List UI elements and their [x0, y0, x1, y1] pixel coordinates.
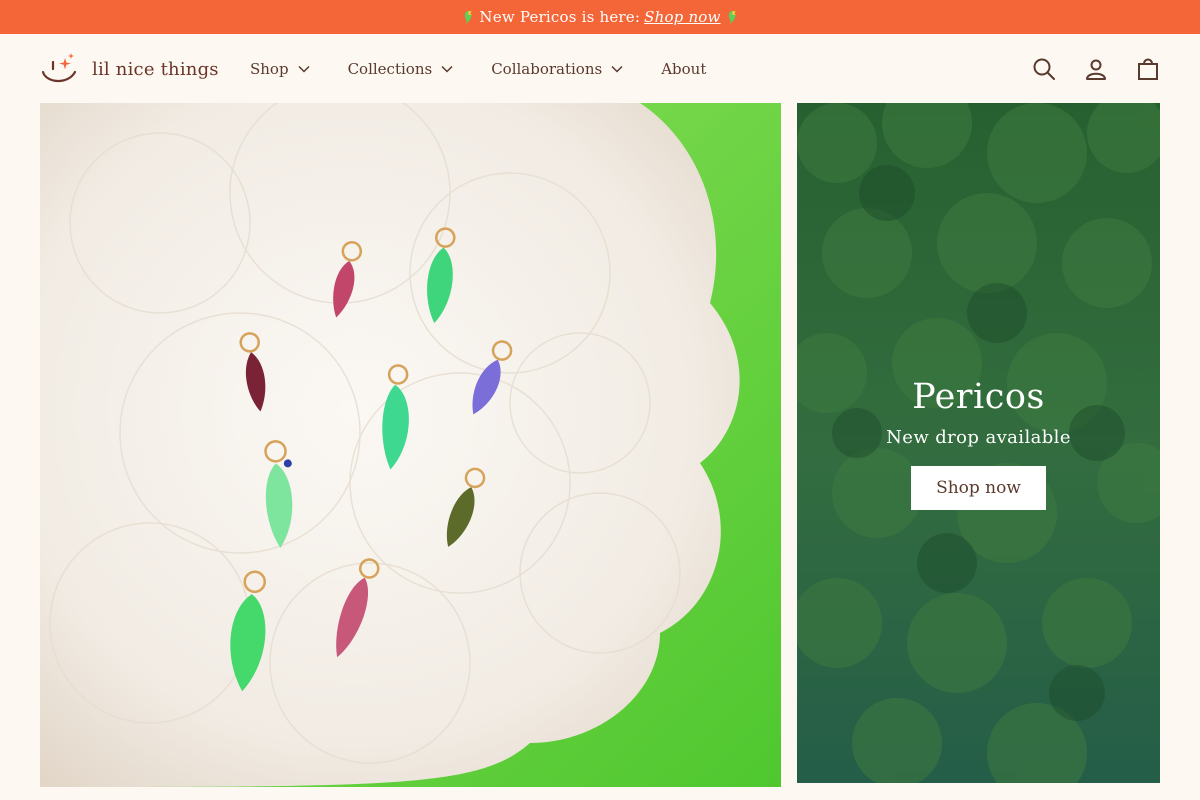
nav-item-label: Collaborations — [491, 59, 603, 78]
shop-now-button[interactable]: Shop now — [911, 465, 1046, 510]
announcement-shop-link[interactable]: Shop now — [644, 8, 720, 26]
chevron-down-icon — [298, 65, 310, 73]
chevron-down-icon — [611, 65, 623, 73]
account-icon[interactable] — [1084, 57, 1108, 81]
brand-logo[interactable]: lil nice things — [40, 52, 219, 86]
hero-promo-banner: Pericos New drop available Shop now — [797, 103, 1160, 783]
hero-product-image[interactable] — [40, 103, 781, 787]
chevron-down-icon — [441, 65, 453, 73]
nav-item-about[interactable]: About — [661, 60, 706, 78]
nav-item-shop[interactable]: Shop — [250, 60, 310, 78]
brand-name: lil nice things — [92, 58, 219, 80]
main-nav: Shop Collections Collaborations About — [250, 34, 706, 103]
nav-item-collections[interactable]: Collections — [348, 60, 454, 78]
nav-item-label: Shop — [250, 59, 289, 78]
promo-subtitle: New drop available — [886, 426, 1071, 448]
promo-overlay: Pericos New drop available Shop now — [797, 103, 1160, 783]
search-icon[interactable] — [1032, 57, 1056, 81]
parrot-icon — [465, 10, 474, 24]
announcement-text: New Pericos is here: — [479, 8, 641, 26]
nav-item-collaborations[interactable]: Collaborations — [491, 60, 623, 78]
nav-item-label: About — [661, 59, 707, 78]
cart-icon[interactable] — [1136, 57, 1160, 81]
site-header: lil nice things Shop Collections Collabo… — [0, 34, 1200, 103]
header-actions — [1032, 34, 1160, 103]
pericos-pendants-photo — [40, 103, 781, 787]
parrot-icon — [728, 10, 737, 24]
announcement-bar: New Pericos is here: Shop now — [0, 0, 1200, 34]
nav-item-label: Collections — [347, 59, 433, 78]
promo-title: Pericos — [912, 376, 1045, 417]
smiley-sparkle-icon — [41, 53, 77, 83]
